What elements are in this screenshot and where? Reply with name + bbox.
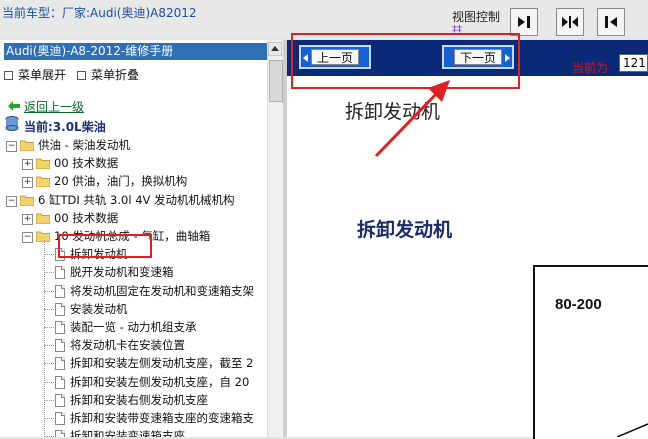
tree-item-label: 拆卸和安装右侧发动机支座 [70, 393, 208, 407]
expand-node-icon[interactable]: + [22, 177, 33, 188]
tree-connector [44, 418, 54, 419]
back-link[interactable]: 返回上一级 [24, 98, 84, 115]
tree-connector [44, 291, 54, 292]
expand-right-button[interactable] [597, 8, 625, 36]
annotation-highlight-item [58, 234, 152, 258]
document-icon [55, 430, 65, 437]
expand-menu-button[interactable]: 菜单展开 [4, 66, 66, 83]
tree-item-label: 安装发动机 [70, 302, 128, 316]
page-number-input[interactable] [619, 54, 648, 72]
folder-icon [20, 140, 34, 151]
tree-connector [44, 400, 54, 401]
document-panel: 上一页 下一页 当前为 拆卸发动机 拆卸发动机 80-200 [287, 40, 648, 439]
tree-item-label: 将发动机固定在发动机和变速箱支架 [70, 284, 254, 298]
tree-item-folder[interactable]: − 供油 - 柴油发动机 [0, 137, 266, 154]
document-icon [55, 357, 65, 370]
document-heading-main: 拆卸发动机 [357, 219, 453, 241]
tree-item-folder[interactable]: +20 供油，油门，换拟机构 [0, 173, 266, 190]
tree-item-doc[interactable]: 拆卸和安装左侧发动机支座，截至 2 [0, 355, 266, 372]
tree-connector [44, 272, 54, 273]
tree-item-label: 将发动机卡在安装位置 [70, 338, 185, 352]
manual-title: Audi(奥迪)-A8-2012-维修手册 [4, 43, 268, 60]
tree-connector [44, 240, 45, 437]
tree-item-label: 拆卸和安装变速箱支座 [70, 429, 185, 437]
tree-item-label: 拆卸和安装左侧发动机支座，截至 2 [70, 356, 254, 370]
back-arrow-icon [8, 101, 20, 111]
tree-item-label: 供油 - 柴油发动机 [38, 138, 130, 152]
collapse-menu-button[interactable]: 菜单折叠 [77, 66, 139, 83]
document-icon [55, 266, 65, 279]
expand-node-icon[interactable]: + [22, 159, 33, 170]
current-vehicle-label: 当前车型：厂家:Audi(奥迪)A82012 [2, 6, 197, 20]
tree-item-doc[interactable]: 将发动机卡在安装位置 [0, 337, 266, 354]
collapse-left-icon [518, 16, 530, 28]
tree-connector [44, 254, 54, 255]
collapse-node-icon[interactable]: − [22, 232, 33, 243]
document-icon [55, 339, 65, 352]
document-icon [55, 376, 65, 389]
expand-menu-label: 菜单展开 [18, 68, 67, 82]
current-page-label: 当前为 [572, 61, 609, 75]
diagram-line [617, 423, 648, 437]
split-view-icon [562, 16, 578, 28]
tree-item-label: 00 技术数据 [54, 156, 119, 170]
document-icon [55, 321, 65, 334]
expand-menu-icon [4, 71, 13, 80]
tree-item-doc[interactable]: 脱开发动机和变速箱 [0, 264, 266, 281]
expand-node-icon[interactable]: + [22, 214, 33, 225]
scroll-up-arrow-icon[interactable] [268, 42, 282, 56]
collapse-left-button[interactable] [510, 8, 538, 36]
tree-connector [44, 345, 54, 346]
folder-icon [36, 231, 50, 242]
annotation-arrow-icon [374, 80, 450, 158]
tree-connector [44, 327, 54, 328]
folder-icon [20, 195, 34, 206]
folder-icon [36, 176, 50, 187]
document-icon [55, 412, 65, 425]
diagram-frame [533, 265, 648, 439]
expand-right-icon [605, 16, 617, 28]
document-icon [55, 303, 65, 316]
tree-item-doc[interactable]: 拆卸和安装左侧发动机支座，自 20 [0, 374, 266, 391]
tree-item-doc[interactable]: 拆卸和安装右侧发动机支座 [0, 392, 266, 409]
view-control-label: 视图控制 [452, 10, 501, 24]
current-category-label: 当前:3.0L柴油 [24, 120, 106, 134]
tree-item-label: 装配一览 - 动力机组支承 [70, 320, 197, 334]
tree-item-label: 20 供油，油门，换拟机构 [54, 174, 188, 188]
document-icon [55, 285, 65, 298]
tree-connector [44, 382, 54, 383]
tree-item-doc[interactable]: 装配一览 - 动力机组支承 [0, 319, 266, 336]
scrollbar-thumb[interactable] [269, 60, 283, 102]
tree-item-label: 拆卸和安装带变速箱支座的变速箱支 [70, 411, 254, 425]
collapse-menu-icon [77, 71, 86, 80]
document-icon [55, 394, 65, 407]
folder-icon [36, 158, 50, 169]
tree-item-doc[interactable]: 将发动机固定在发动机和变速箱支架 [0, 283, 266, 300]
tree-connector [44, 309, 54, 310]
tree-item-doc[interactable]: 拆卸和安装带变速箱支座的变速箱支 [0, 410, 266, 427]
tree-connector [44, 363, 54, 364]
split-view-button[interactable] [556, 8, 584, 36]
tree-item-folder[interactable]: +00 技术数据 [0, 155, 266, 172]
tree-item-label: 6 缸TDI 共轨 3.0l 4V 发动机机械机构 [38, 193, 235, 207]
tree-item-doc[interactable]: 拆卸和安装变速箱支座 [0, 428, 266, 437]
tree-item-folder[interactable]: − 6 缸TDI 共轨 3.0l 4V 发动机机械机构 [0, 192, 266, 209]
tree-item-doc[interactable]: 安装发动机 [0, 301, 266, 318]
folder-icon [36, 213, 50, 224]
tree-item-label: 脱开发动机和变速箱 [70, 265, 174, 279]
tree-item-label: 00 技术数据 [54, 211, 119, 225]
diagram-label: 80-200 [555, 296, 602, 313]
collapse-node-icon[interactable]: − [6, 196, 17, 207]
collapse-node-icon[interactable]: − [6, 141, 17, 152]
database-icon [5, 116, 19, 131]
tree-item-folder[interactable]: +00 技术数据 [0, 210, 266, 227]
tree-item-label: 拆卸和安装左侧发动机支座，自 20 [70, 375, 250, 389]
collapse-menu-label: 菜单折叠 [91, 68, 140, 82]
